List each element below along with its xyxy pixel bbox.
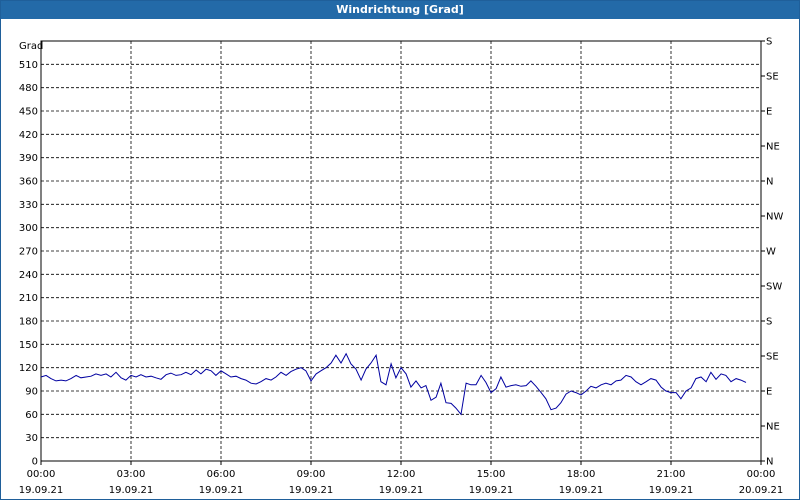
right-axis-label: NW bbox=[766, 212, 783, 223]
y-tick-label: 270 bbox=[19, 247, 38, 258]
y-tick-label: 450 bbox=[19, 107, 38, 118]
x-tick-time: 12:00 bbox=[387, 469, 416, 480]
y-tick-label: 150 bbox=[19, 340, 38, 351]
y-tick-label: 60 bbox=[25, 410, 38, 421]
y-tick-label: 390 bbox=[19, 153, 38, 164]
x-tick-time: 15:00 bbox=[477, 469, 506, 480]
y-tick-label: 360 bbox=[19, 177, 38, 188]
right-axis-label: NE bbox=[766, 422, 780, 433]
y-tick-label: 330 bbox=[19, 200, 38, 211]
y-tick-label: 240 bbox=[19, 270, 38, 281]
y-tick-label: 30 bbox=[25, 433, 38, 444]
chart-window: Windrichtung [Grad] 0 30 60 90 120 150 180 210 2… bbox=[0, 0, 800, 500]
x-tick-time: 06:00 bbox=[207, 469, 236, 480]
x-tick-date: 19.09.21 bbox=[469, 485, 514, 496]
x-tick-time: 00:00 bbox=[747, 469, 776, 480]
x-tick-date: 19.09.21 bbox=[649, 485, 694, 496]
right-axis-label: SE bbox=[766, 72, 779, 83]
y-tick-label: 120 bbox=[19, 363, 38, 374]
x-tick-time: 03:00 bbox=[117, 469, 146, 480]
x-tick-date: 19.09.21 bbox=[199, 485, 244, 496]
right-axis-label: N bbox=[766, 177, 773, 188]
y-tick-label: 90 bbox=[25, 387, 38, 398]
right-axis-label: S bbox=[766, 37, 772, 48]
x-tick-time: 18:00 bbox=[567, 469, 596, 480]
right-axis-label: S bbox=[766, 317, 772, 328]
right-axis-label: E bbox=[766, 107, 772, 118]
x-tick-time: 21:00 bbox=[657, 469, 686, 480]
y-tick-label: 300 bbox=[19, 223, 38, 234]
x-tick-time: 00:00 bbox=[27, 469, 56, 480]
x-tick-date: 19.09.21 bbox=[19, 485, 64, 496]
y-tick-label: 510 bbox=[19, 60, 38, 71]
right-axis-label: N bbox=[766, 457, 773, 468]
right-axis-label: SW bbox=[766, 282, 782, 293]
y-tick-label: 180 bbox=[19, 317, 38, 328]
x-tick-date: 19.09.21 bbox=[289, 485, 334, 496]
x-tick-date: 19.09.21 bbox=[379, 485, 424, 496]
y-tick-label: 0 bbox=[32, 457, 38, 468]
right-axis-label: E bbox=[766, 387, 772, 398]
y-tick-label: 480 bbox=[19, 83, 38, 94]
x-tick-date: 20.09.21 bbox=[739, 485, 784, 496]
x-tick-time: 09:00 bbox=[297, 469, 326, 480]
y-tick-label: 210 bbox=[19, 293, 38, 304]
x-tick-date: 19.09.21 bbox=[109, 485, 154, 496]
right-axis-label: NE bbox=[766, 142, 780, 153]
x-tick-date: 19.09.21 bbox=[559, 485, 604, 496]
y-tick-label: 420 bbox=[19, 130, 38, 141]
right-axis-label: W bbox=[766, 247, 776, 258]
wind-direction-chart: 0 30 60 90 120 150 180 210 240 270 300 330 360 390 420… bbox=[19, 37, 784, 497]
y-axis-label: Grad bbox=[19, 41, 43, 52]
right-axis-label: SE bbox=[766, 352, 779, 363]
